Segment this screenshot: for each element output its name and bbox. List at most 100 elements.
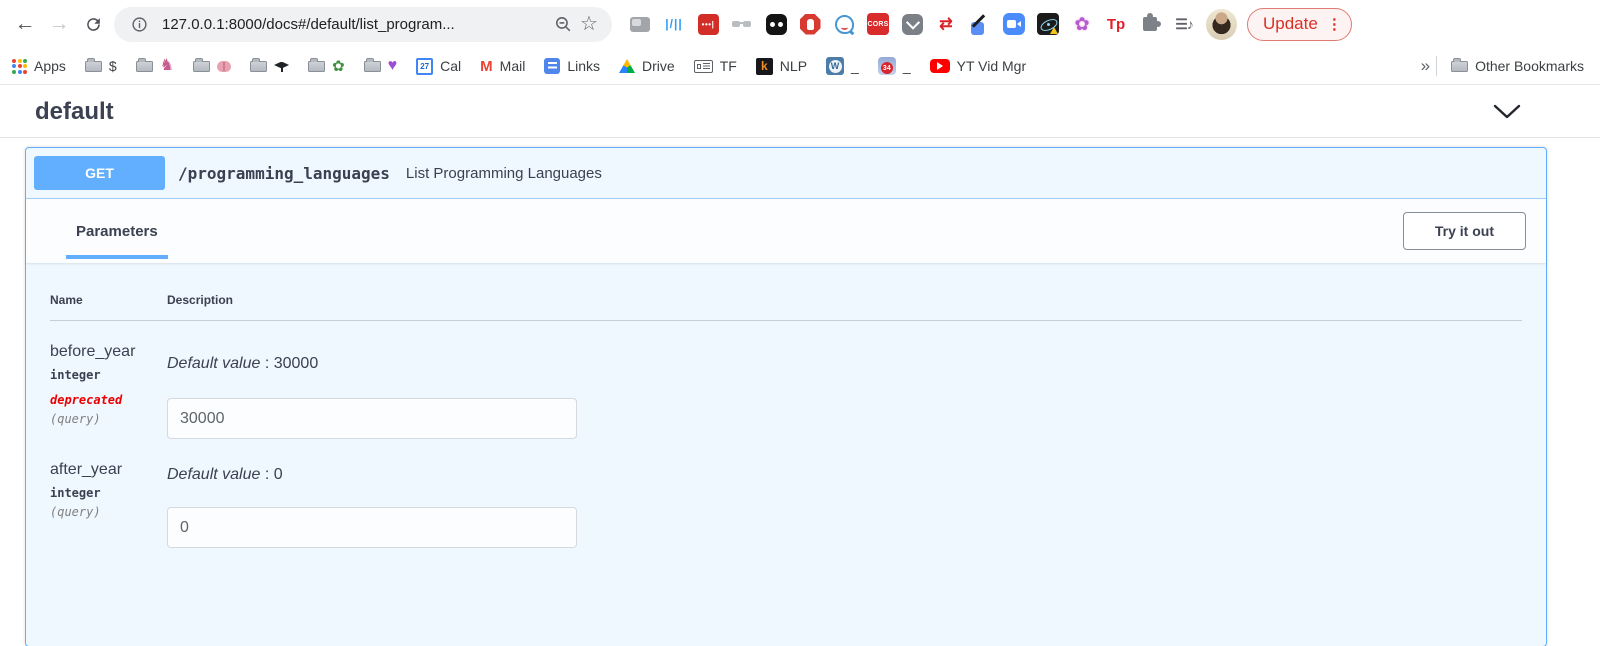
tab-parameters[interactable]: Parameters — [66, 223, 168, 240]
bookmark-folder-purple-heart[interactable]: ♥ — [364, 58, 398, 74]
bookmark-item-nlp[interactable]: k NLP — [756, 58, 807, 75]
bookmark-item-cal[interactable]: 27 Cal — [416, 58, 461, 75]
bookmark-folder-brain[interactable] — [193, 61, 231, 72]
opblock-get: GET /programming_languages List Programm… — [25, 147, 1547, 646]
param-name: before_year — [50, 343, 167, 361]
wordpress-icon: W — [826, 57, 844, 75]
reload-button[interactable] — [76, 7, 110, 41]
param-type: integer — [50, 368, 167, 382]
gmail-icon: M — [480, 58, 493, 75]
cors-ext-icon: CORS — [867, 13, 889, 35]
parameters-section-header: Parameters Try it out — [26, 199, 1546, 263]
bookmark-item-34[interactable]: 34 _ — [878, 57, 911, 75]
browser-toolbar: ← → 127.0.0.1:8000/docs#/default/list_pr… — [0, 0, 1600, 48]
graduation-cap-emoji-icon — [274, 62, 289, 71]
bookmark-item-links[interactable]: Links — [544, 58, 600, 74]
collapse-chevron-icon[interactable] — [1492, 104, 1522, 120]
wayback-ext-icon[interactable]: |/|| — [662, 12, 686, 36]
update-browser-button[interactable]: Update ⋮ — [1247, 8, 1352, 41]
flower-ext-icon[interactable]: ✿ — [1070, 12, 1094, 36]
url-text[interactable]: 127.0.0.1:8000/docs#/default/list_progra… — [162, 16, 550, 33]
site-info-icon[interactable] — [126, 11, 152, 37]
default-value-line: Default value : 30000 — [167, 355, 1522, 373]
bookmark-folder-carousel[interactable]: ♞ — [136, 58, 174, 74]
before-year-input[interactable] — [167, 398, 577, 439]
swagger-docs-page: default GET /programming_languages List … — [0, 85, 1600, 646]
param-deprecated-badge: deprecated — [50, 393, 167, 407]
folder-icon — [250, 61, 267, 72]
bookmark-item-yt-vid-mgr[interactable]: YT Vid Mgr — [930, 58, 1027, 74]
forward-button[interactable]: → — [42, 7, 76, 41]
after-year-input[interactable] — [167, 507, 577, 548]
playlist-ext-icon[interactable]: ☰♪ — [1172, 12, 1196, 36]
bookmark-folder-graduation[interactable] — [250, 61, 289, 72]
herb-emoji-icon: ✿ — [332, 59, 345, 74]
zoom-out-icon[interactable] — [550, 11, 576, 37]
folder-icon — [308, 61, 325, 72]
speech-bubble-ext-icon — [835, 15, 854, 34]
default-value-line: Default value : 0 — [167, 466, 1522, 484]
param-name-cell: before_year integer deprecated (query) — [50, 343, 167, 439]
bookmark-item-drive[interactable]: Drive — [619, 58, 675, 74]
screenshare-ext-icon — [630, 17, 650, 32]
operation-path[interactable]: /programming_languages — [178, 164, 390, 183]
param-description-cell: Default value : 0 — [167, 461, 1522, 548]
url-bar[interactable]: 127.0.0.1:8000/docs#/default/list_progra… — [114, 7, 612, 42]
folder-icon — [364, 61, 381, 72]
dark-reader-ext-icon — [766, 14, 787, 35]
try-it-out-button[interactable]: Try it out — [1403, 212, 1526, 250]
bookmark-item-tf[interactable]: TF — [694, 58, 737, 74]
parameters-table: Name Description before_year integer dep… — [26, 263, 1546, 588]
column-name: Name — [50, 293, 167, 307]
bookmarks-bar: Apps $ ♞ ✿ ♥ 27 Cal M Mail Links Drive — [0, 48, 1600, 85]
calendar-icon: 27 — [416, 58, 433, 75]
bookmark-item-wordpress[interactable]: W _ — [826, 57, 859, 75]
adblock-stop-hand-ext-icon — [800, 14, 821, 35]
update-label: Update — [1263, 14, 1318, 34]
extensions-puzzle-icon — [1143, 17, 1157, 31]
badge-34-icon: 34 — [878, 57, 896, 75]
param-location: (query) — [50, 505, 167, 519]
param-description-cell: Default value : 30000 — [167, 343, 1522, 439]
tag-section-header[interactable]: default — [0, 85, 1600, 138]
share-arrows-ext-icon[interactable]: ⇄ — [934, 12, 958, 36]
other-bookmarks-button[interactable]: Other Bookmarks — [1451, 58, 1584, 74]
extensions-row: |/|| •••| CORS ⇄ ✿ Tp ☰♪ — [628, 12, 1196, 36]
bookmarks-overflow-chevron[interactable]: » — [1421, 56, 1430, 76]
param-type: integer — [50, 486, 167, 500]
bookmark-item-mail[interactable]: M Mail — [480, 58, 525, 75]
bookmark-star-icon[interactable]: ☆ — [576, 11, 602, 37]
table-header-row: Name Description — [50, 293, 1522, 321]
purple-heart-emoji-icon: ♥ — [388, 58, 398, 74]
operation-summary[interactable]: GET /programming_languages List Programm… — [26, 148, 1546, 199]
card-icon — [694, 60, 713, 73]
links-list-icon — [544, 58, 560, 74]
column-description: Description — [167, 293, 1522, 307]
param-name-cell: after_year integer (query) — [50, 461, 167, 548]
param-location: (query) — [50, 412, 167, 426]
reload-icon — [84, 15, 103, 34]
eyedropper-ext-icon[interactable] — [968, 12, 992, 36]
react-devtools-ext-icon — [1037, 13, 1059, 35]
carousel-horse-emoji-icon: ♞ — [160, 58, 174, 74]
profile-avatar[interactable] — [1206, 9, 1237, 40]
folder-icon — [1451, 61, 1468, 72]
bookmark-item-apps[interactable]: Apps — [12, 58, 66, 74]
youtube-icon — [930, 59, 950, 73]
param-row-after-year: after_year integer (query) Default value… — [50, 439, 1522, 548]
warning-triangle-icon — [1050, 27, 1058, 34]
google-drive-icon — [619, 59, 635, 73]
browser-menu-icon[interactable]: ⋮ — [1327, 17, 1342, 32]
apps-grid-icon — [12, 59, 27, 74]
operation-summary-text: List Programming Languages — [406, 165, 602, 182]
param-name: after_year — [50, 461, 167, 479]
bookmark-folder-dollar[interactable]: $ — [85, 58, 117, 74]
pocket-ext-icon — [902, 14, 923, 35]
back-button[interactable]: ← — [8, 7, 42, 41]
tp-ext-icon[interactable]: Tp — [1104, 12, 1128, 36]
bookmark-folder-herb[interactable]: ✿ — [308, 59, 345, 74]
divider — [1436, 56, 1437, 76]
kaggle-icon: k — [756, 58, 773, 75]
param-row-before-year: before_year integer deprecated (query) D… — [50, 321, 1522, 439]
brain-emoji-icon — [217, 61, 231, 72]
